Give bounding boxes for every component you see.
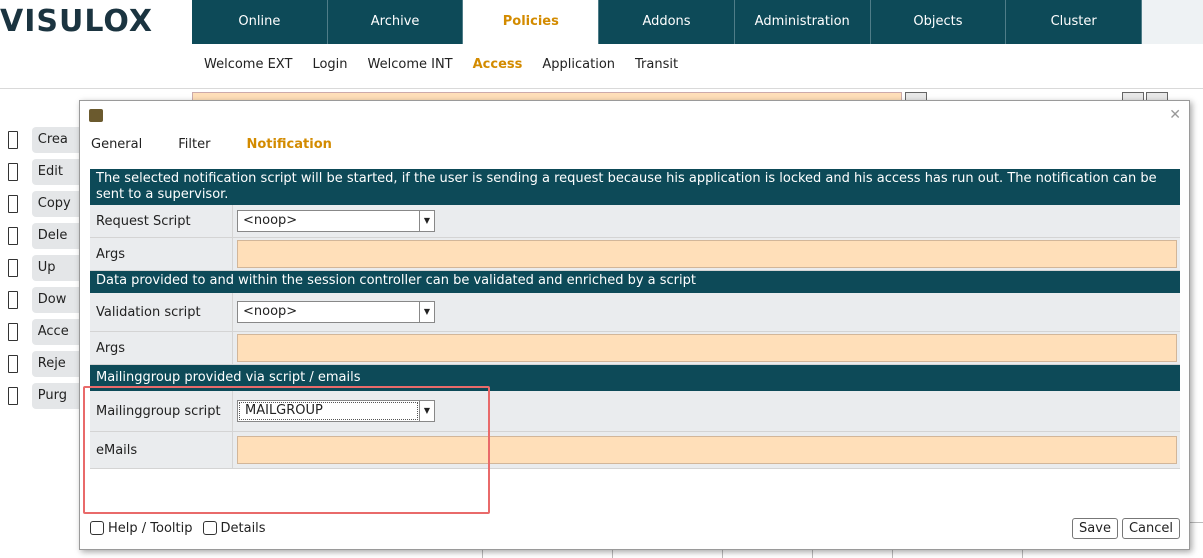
tab-addons[interactable]: Addons xyxy=(599,0,735,44)
accept-icon xyxy=(8,323,18,341)
request-args-row: Args xyxy=(90,238,1180,271)
validation-args-label: Args xyxy=(90,332,233,364)
validation-script-label: Validation script xyxy=(90,293,233,331)
edit-icon xyxy=(8,163,18,181)
accept-button[interactable]: Acce xyxy=(0,318,80,346)
purge-icon xyxy=(8,387,18,405)
subnav-login[interactable]: Login xyxy=(312,57,347,72)
document-icon xyxy=(8,131,18,149)
edit-button[interactable]: Edit xyxy=(0,158,80,186)
dialog-tabs: General Filter Notification xyxy=(91,137,332,152)
delete-icon xyxy=(8,227,18,245)
subnav-welcome-int[interactable]: Welcome INT xyxy=(368,57,453,72)
app-icon xyxy=(89,109,103,122)
cancel-button[interactable]: Cancel xyxy=(1121,517,1180,539)
header-divider xyxy=(0,88,1203,89)
request-args-label: Args xyxy=(90,238,233,270)
down-button[interactable]: Dow xyxy=(0,286,80,314)
tab-filter[interactable]: Filter xyxy=(178,137,210,152)
help-tooltip-toggle[interactable]: Help / Tooltip xyxy=(90,521,193,536)
create-button[interactable]: Crea xyxy=(0,126,80,154)
reject-button[interactable]: Reje xyxy=(0,350,80,378)
section-banner: The selected notification script will be… xyxy=(90,169,1180,205)
subnav-application[interactable]: Application xyxy=(542,57,615,72)
checkbox[interactable] xyxy=(90,521,104,535)
chevron-down-icon: ▼ xyxy=(419,211,434,231)
purge-button[interactable]: Purg xyxy=(0,382,80,410)
request-args-input[interactable] xyxy=(237,240,1177,268)
tab-notification[interactable]: Notification xyxy=(246,137,331,152)
section-banner: Data provided to and within the session … xyxy=(90,271,1180,293)
request-script-label: Request Script xyxy=(90,205,233,237)
arrow-down-icon xyxy=(8,291,18,309)
subnav-access[interactable]: Access xyxy=(473,57,523,72)
tab-online[interactable]: Online xyxy=(192,0,328,44)
details-toggle[interactable]: Details xyxy=(202,521,266,536)
dialog-footer: Help / Tooltip Details Save Cancel xyxy=(90,516,1180,540)
tab-archive[interactable]: Archive xyxy=(328,0,464,44)
request-script-row: Request Script <noop> ▼ xyxy=(90,205,1180,238)
chevron-down-icon: ▼ xyxy=(419,302,434,322)
tab-general[interactable]: General xyxy=(91,137,142,152)
delete-button[interactable]: Dele xyxy=(0,222,80,250)
topnav-filler xyxy=(1142,0,1203,44)
up-button[interactable]: Up xyxy=(0,254,80,282)
copy-button[interactable]: Copy xyxy=(0,190,80,218)
validation-args-input[interactable] xyxy=(237,334,1177,362)
arrow-up-icon xyxy=(8,259,18,277)
reject-icon xyxy=(8,355,18,373)
copy-icon xyxy=(8,195,18,213)
validation-script-row: Validation script <noop> ▼ xyxy=(90,293,1180,332)
tab-policies[interactable]: Policies xyxy=(463,0,600,44)
tab-cluster[interactable]: Cluster xyxy=(1006,0,1143,44)
save-button[interactable]: Save xyxy=(1072,517,1118,539)
validation-script-select[interactable]: <noop> ▼ xyxy=(237,301,435,323)
top-navigation: Online Archive Policies Addons Administr… xyxy=(192,0,1143,44)
tab-administration[interactable]: Administration xyxy=(735,0,871,44)
subnav-transit[interactable]: Transit xyxy=(635,57,678,72)
sub-navigation: Welcome EXT Login Welcome INT Access App… xyxy=(204,57,678,72)
close-icon[interactable]: ✕ xyxy=(1169,107,1181,123)
subnav-welcome-ext[interactable]: Welcome EXT xyxy=(204,57,292,72)
validation-args-row: Args xyxy=(90,332,1180,365)
visulox-logo: VISULOX xyxy=(0,0,192,44)
request-script-select[interactable]: <noop> ▼ xyxy=(237,210,435,232)
highlight-box xyxy=(83,386,490,514)
tab-objects[interactable]: Objects xyxy=(871,0,1007,44)
checkbox[interactable] xyxy=(202,521,217,535)
action-sidebar: Crea Edit Copy Dele Up Dow Acce Reje Pur… xyxy=(0,126,80,414)
